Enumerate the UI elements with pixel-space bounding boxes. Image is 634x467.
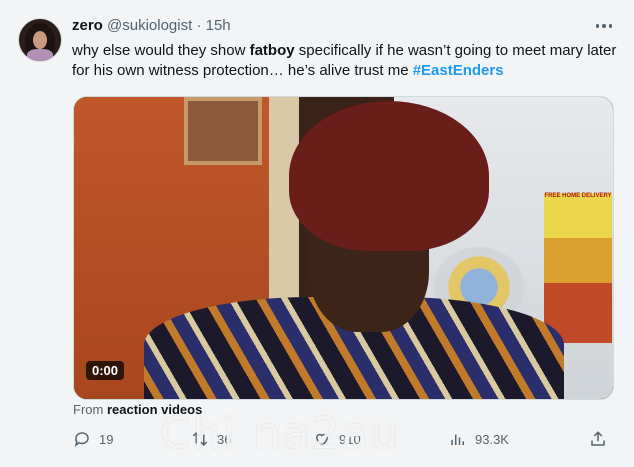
share-icon [591, 431, 605, 446]
hashtag-link[interactable]: #EastEnders [413, 62, 504, 79]
video-picture-frame [184, 97, 262, 165]
tweet-text: why else would they show fatboy specific… [72, 41, 620, 81]
views-button[interactable]: 93.3K [449, 430, 509, 448]
video-timestamp: 0:00 [86, 361, 125, 380]
reply-button[interactable]: 19 [73, 430, 113, 448]
avatar[interactable] [18, 18, 62, 62]
avatar-dress [27, 49, 53, 61]
watermark: Chi na2au [160, 408, 401, 459]
more-icon[interactable] [592, 18, 616, 34]
separator-dot: · [196, 17, 202, 34]
tweet-time[interactable]: 15h [206, 17, 231, 34]
author-name[interactable]: zero [72, 17, 103, 34]
avatar-face [33, 31, 47, 49]
video-player[interactable]: FREE HOME DELIVERY 0:00 [73, 96, 614, 400]
tweet-card[interactable]: zero @sukiologist · 15h why else would t… [0, 0, 634, 467]
attribution-prefix: From [73, 402, 107, 417]
video-flyer: FREE HOME DELIVERY [544, 193, 612, 343]
reply-icon [74, 432, 89, 447]
author-handle[interactable]: @sukiologist [107, 17, 192, 34]
reply-count: 19 [99, 431, 114, 447]
tweet-text-bold: fatboy [249, 42, 295, 59]
views-count: 93.3K [475, 431, 509, 447]
video-flyer-text: FREE HOME DELIVERY [544, 193, 612, 199]
tweet-text-part1: why else would they show [72, 42, 250, 59]
tweet-header: zero @sukiologist · 15h [72, 17, 231, 34]
share-button[interactable] [589, 430, 615, 448]
views-icon [451, 434, 464, 445]
video-person-hair [289, 101, 489, 251]
